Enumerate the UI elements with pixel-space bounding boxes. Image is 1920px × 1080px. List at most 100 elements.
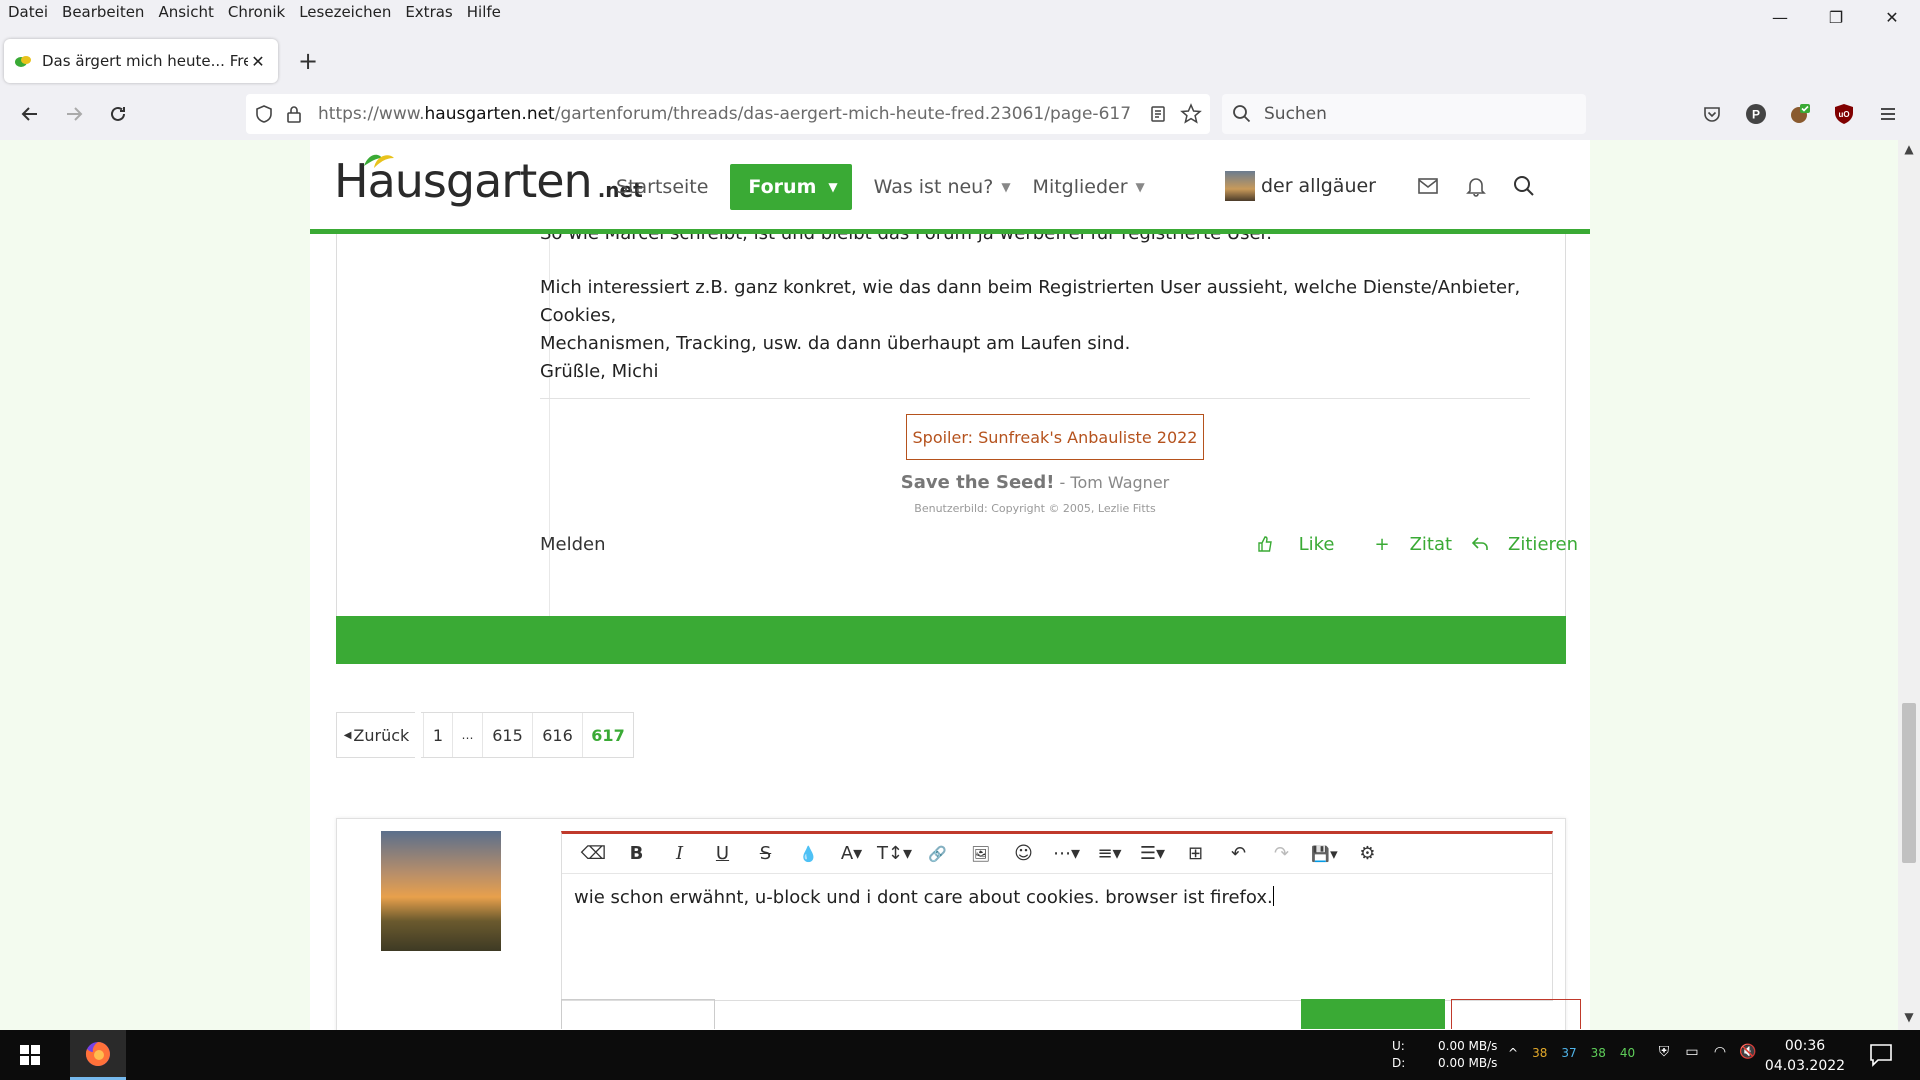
font-size-icon[interactable]: T↕▾ (873, 843, 916, 864)
url-text[interactable]: https://www.hausgarten.net/gartenforum/t… (318, 104, 1148, 124)
color-icon[interactable]: 💧 (787, 845, 830, 863)
profile-extension-button[interactable]: P (1734, 92, 1778, 136)
list-icon[interactable]: ☰▾ (1131, 843, 1174, 864)
notification-icon[interactable] (1868, 1042, 1894, 1068)
tab-close-icon[interactable]: ✕ (248, 52, 268, 71)
start-button[interactable] (0, 1030, 60, 1080)
italic-icon[interactable]: I (658, 843, 701, 864)
tab-title: Das ärgert mich heute... Fred - H (42, 52, 248, 70)
pocket-button[interactable] (1690, 92, 1734, 136)
table-icon[interactable]: ⊞ (1174, 843, 1217, 864)
clock[interactable]: 00:36 04.03.2022 (1760, 1036, 1850, 1076)
forward-button[interactable] (52, 92, 96, 136)
chevron-down-icon[interactable]: ▼ (1001, 180, 1010, 194)
page-link[interactable]: 615 (483, 713, 533, 757)
url-bar[interactable]: https://www.hausgarten.net/gartenforum/t… (246, 94, 1210, 134)
more-options-icon[interactable]: ⋯▾ (1045, 843, 1088, 864)
reply-textarea[interactable]: wie schon erwähnt, u-block und i dont ca… (562, 874, 1552, 920)
close-window-button[interactable]: ✕ (1864, 0, 1920, 34)
pager-gap (415, 712, 421, 758)
like-button[interactable]: Like (1257, 534, 1334, 555)
menu-bearbeiten[interactable]: Bearbeiten (62, 3, 144, 21)
menu-ansicht[interactable]: Ansicht (158, 3, 213, 21)
quick-reply: ⌫ B I U S 💧 A▾ T↕▾ 🔗 🖼 ☺ ⋯▾ ≡▾ ☰▾ ⊞ ↶ ↷ … (336, 818, 1581, 1030)
chevron-down-icon[interactable]: ▼ (828, 180, 837, 194)
zitieren-button[interactable]: Zitieren (1471, 534, 1578, 555)
lock-icon[interactable] (284, 104, 304, 124)
reader-view-icon[interactable] (1148, 104, 1168, 124)
redo-icon[interactable]: ↷ (1260, 843, 1303, 864)
nav-was-ist-neu[interactable]: Was ist neu? ▼ (874, 176, 1011, 198)
new-tab-button[interactable]: + (288, 41, 328, 81)
preview-button[interactable] (1451, 999, 1581, 1029)
inbox-button[interactable] (1404, 177, 1452, 195)
rich-text-editor: ⌫ B I U S 💧 A▾ T↕▾ 🔗 🖼 ☺ ⋯▾ ≡▾ ☰▾ ⊞ ↶ ↷ … (561, 831, 1553, 1001)
pagination-prev[interactable]: ◀ Zurück (337, 713, 417, 757)
menu-datei[interactable]: Datei (8, 3, 48, 21)
drafts-icon[interactable]: 💾▾ (1303, 845, 1346, 863)
reload-button[interactable] (96, 92, 140, 136)
battery-icon[interactable]: ▭ (1678, 1044, 1706, 1060)
temp-value: 38 (1590, 1046, 1606, 1060)
search-bar[interactable]: Suchen (1222, 94, 1586, 134)
menu-lesezeichen[interactable]: Lesezeichen (299, 3, 391, 21)
gear-icon[interactable]: ⚙ (1346, 843, 1389, 864)
zitat-button[interactable]: + Zitat (1354, 534, 1452, 555)
signature-line: Save the Seed! - Tom Wagner (900, 472, 1170, 493)
block-footer-bar (336, 616, 1566, 664)
font-family-icon[interactable]: A▾ (830, 843, 873, 864)
alerts-button[interactable] (1452, 175, 1500, 197)
site-logo[interactable]: Hausgarten .net (334, 154, 643, 208)
image-icon[interactable]: 🖼 (959, 845, 1002, 863)
cookie-extension-button[interactable] (1778, 92, 1822, 136)
restore-button[interactable]: ❐ (1808, 0, 1864, 34)
scrollbar-thumb[interactable] (1902, 703, 1916, 863)
avatar[interactable] (1224, 171, 1255, 201)
attach-files-button[interactable] (561, 999, 715, 1029)
link-icon[interactable]: 🔗 (916, 845, 959, 863)
shield-icon[interactable] (254, 104, 274, 124)
nav-mitglieder[interactable]: Mitglieder ▼ (1033, 176, 1145, 198)
toolbar-extensions: P uO (1690, 88, 1920, 140)
page-link[interactable]: 616 (533, 713, 583, 757)
scroll-down-icon[interactable]: ▼ (1898, 1010, 1920, 1028)
nav-startseite[interactable]: Startseite (616, 176, 708, 198)
back-button[interactable] (8, 92, 52, 136)
strikethrough-icon[interactable]: S (744, 843, 787, 864)
username-link[interactable]: der allgäuer (1261, 175, 1376, 197)
chevron-up-icon[interactable]: ^ (1508, 1046, 1518, 1060)
security-shield-icon[interactable]: ⛨ (1650, 1044, 1678, 1060)
browser-tab[interactable]: Das ärgert mich heute... Fred - H ✕ (4, 39, 278, 83)
wifi-icon[interactable]: ◠ (1706, 1044, 1734, 1060)
forward-arrow-icon (67, 107, 83, 121)
bold-icon[interactable]: B (615, 843, 658, 864)
menu-chronik[interactable]: Chronik (228, 3, 285, 21)
minimize-button[interactable]: — (1752, 0, 1808, 34)
app-menu-button[interactable] (1866, 92, 1910, 136)
speaker-muted-icon[interactable]: 🔇 (1734, 1044, 1762, 1060)
emoji-icon[interactable]: ☺ (1002, 843, 1045, 864)
underline-icon[interactable]: U (701, 843, 744, 864)
site-search-button[interactable] (1500, 175, 1548, 197)
page-scrollbar[interactable]: ▲ ▼ (1898, 140, 1920, 1030)
bookmark-star-icon[interactable] (1180, 103, 1202, 125)
menu-hilfe[interactable]: Hilfe (467, 3, 501, 21)
page-jump[interactable]: … (453, 713, 483, 757)
avatar[interactable] (381, 831, 501, 951)
undo-icon[interactable]: ↶ (1217, 843, 1260, 864)
chevron-down-icon[interactable]: ▼ (1136, 180, 1145, 194)
scroll-up-icon[interactable]: ▲ (1898, 142, 1920, 160)
post-reply-button[interactable] (1301, 999, 1445, 1029)
align-icon[interactable]: ≡▾ (1088, 843, 1131, 864)
clear-format-icon[interactable]: ⌫ (572, 843, 615, 864)
signature-divider (540, 398, 1530, 399)
taskbar-firefox[interactable] (70, 1030, 126, 1080)
nav-forum[interactable]: Forum ▼ (730, 164, 852, 210)
report-link[interactable]: Melden (540, 534, 606, 555)
spoiler-button[interactable]: Spoiler: Sunfreak's Anbauliste 2022 (906, 414, 1204, 460)
page-link[interactable]: 1 (423, 713, 453, 757)
page-current[interactable]: 617 (583, 713, 633, 757)
logo-leaf-icon (364, 154, 394, 168)
ublock-button[interactable]: uO (1822, 92, 1866, 136)
menu-extras[interactable]: Extras (405, 3, 452, 21)
